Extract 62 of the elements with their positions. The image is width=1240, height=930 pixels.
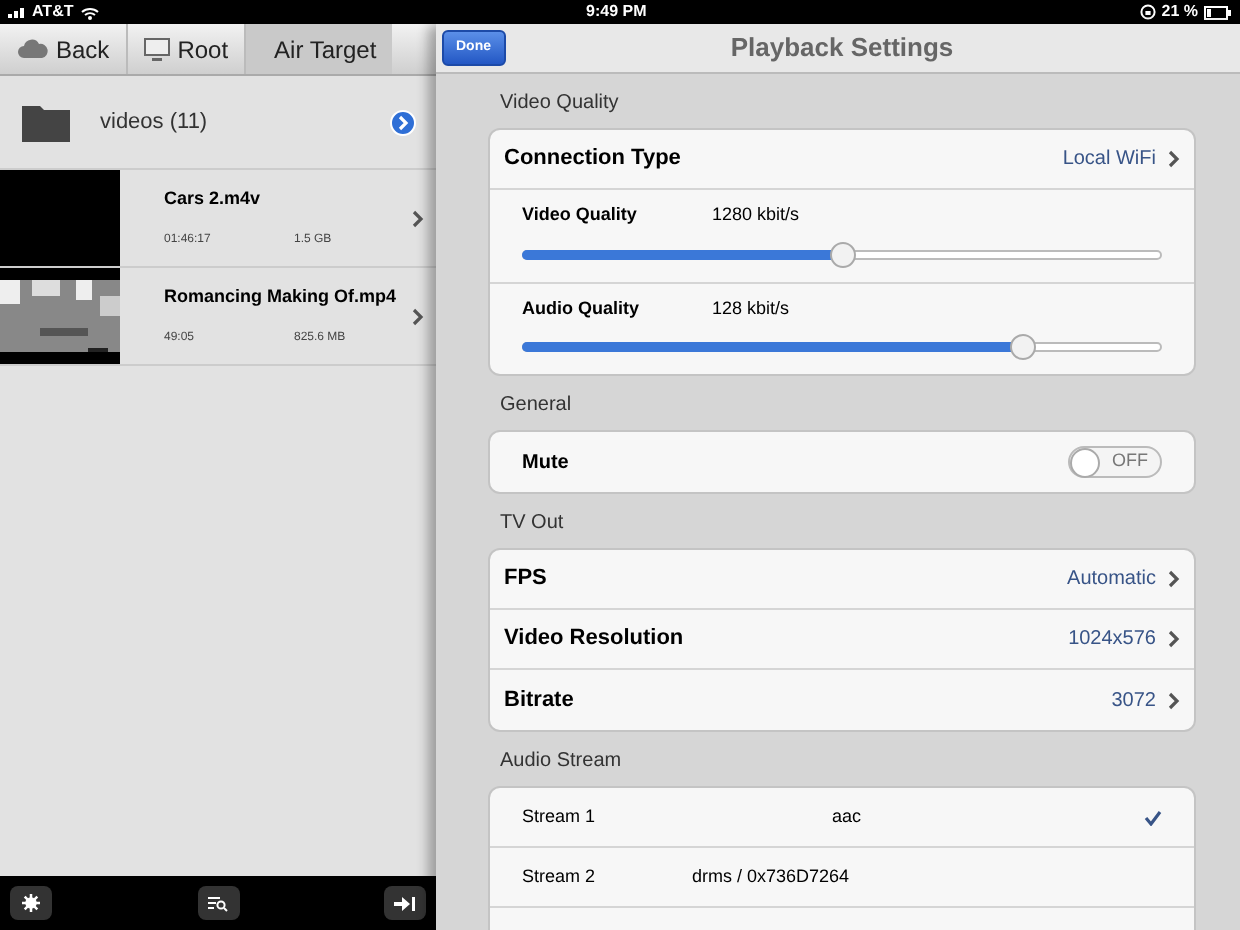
folder-icon <box>20 100 72 144</box>
slider-label: Audio Quality <box>522 295 641 322</box>
row-value: 3072 <box>1111 687 1156 715</box>
section-header: Video Quality <box>498 90 621 118</box>
row-value: Local WiFi <box>1062 146 1156 174</box>
slider[interactable] <box>522 241 1162 265</box>
toggle-switch[interactable]: OFF <box>1068 446 1162 478</box>
video-thumbnail <box>0 170 120 266</box>
settings-row[interactable]: Video Resolution 1024x576 <box>490 610 1194 670</box>
stream-label: Stream 2 <box>522 863 598 890</box>
section-header: General <box>498 392 574 420</box>
export-button[interactable] <box>384 886 426 920</box>
stream-codec: aac <box>830 803 864 830</box>
rotation-lock-icon <box>1139 4 1156 20</box>
chevron-icon <box>1168 150 1180 168</box>
clock: 9:49 PM <box>586 0 647 24</box>
row-label: Video Resolution <box>504 624 686 655</box>
panel-title: Playback Settings <box>730 30 954 67</box>
chevron-icon <box>1168 570 1180 588</box>
row-label: Connection Type <box>504 144 683 175</box>
slider[interactable] <box>522 334 1162 358</box>
settings-button[interactable] <box>10 886 52 920</box>
signal-icon <box>8 6 28 18</box>
chevron-icon <box>412 209 424 227</box>
slider-label: Video Quality <box>522 202 639 228</box>
slider-value: 1280 kbit/s <box>712 202 800 228</box>
search-list-button[interactable] <box>197 886 239 920</box>
slider-value: 128 kbit/s <box>712 295 790 321</box>
stream-codec: drms / 0x736D7264 <box>692 863 852 890</box>
folder-name: videos (11) <box>100 107 210 138</box>
section-header: TV Out <box>498 510 566 538</box>
wifi-icon <box>79 5 100 19</box>
arrow-to-bar-icon <box>394 895 416 911</box>
search-list-icon <box>208 895 228 911</box>
settings-row[interactable]: FPS Automatic <box>490 550 1194 610</box>
video-title: Romancing Making Of.mp4 <box>164 283 399 310</box>
monitor-icon <box>143 37 170 61</box>
settings-row[interactable]: Connection Type Local WiFi <box>490 130 1194 190</box>
carrier: AT&T <box>32 0 74 24</box>
chevron-icon <box>1168 630 1180 648</box>
breadcrumb[interactable]: Air Target <box>246 24 393 74</box>
slider-thumb[interactable] <box>830 241 856 267</box>
slider-thumb[interactable] <box>1009 334 1036 360</box>
cloud-icon <box>16 37 48 61</box>
battery-level: 21 % <box>1161 0 1198 24</box>
row-label: FPS <box>504 564 549 595</box>
row-value: Automatic <box>1067 566 1156 594</box>
breadcrumb[interactable]: Back <box>0 24 128 74</box>
row-value: 1024x576 <box>1068 626 1156 654</box>
settings-row[interactable]: Bitrate 3072 <box>490 670 1194 730</box>
row-label: Mute <box>522 449 571 477</box>
disclosure-icon[interactable] <box>390 109 416 135</box>
battery-icon <box>1204 5 1232 19</box>
row-label: Bitrate <box>504 685 576 716</box>
gear-icon <box>22 894 40 912</box>
stream-label: Stream 1 <box>522 803 598 830</box>
stream-row[interactable]: Stream 2 drms / 0x736D7264 <box>490 848 1194 908</box>
chevron-icon <box>1168 691 1180 709</box>
section-header: Audio Stream <box>498 748 624 776</box>
video-title: Cars 2.m4v <box>164 185 263 212</box>
chevron-icon <box>412 307 424 325</box>
stream-row[interactable]: Stream 1 aac <box>490 788 1194 848</box>
